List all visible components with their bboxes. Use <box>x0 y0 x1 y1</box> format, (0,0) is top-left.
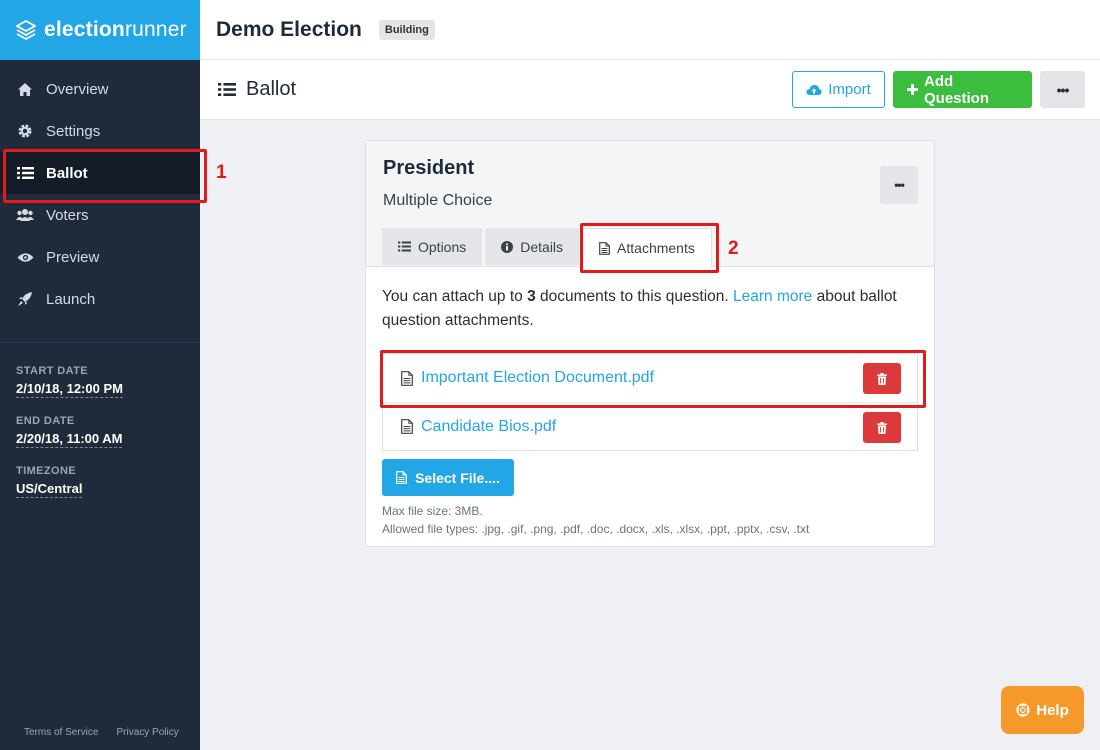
end-date-label: END DATE <box>16 415 75 427</box>
election-dates: START DATE 2/10/18, 12:00 PM END DATE 2/… <box>0 343 200 515</box>
file-link[interactable]: Candidate Bios.pdf <box>421 418 556 436</box>
learn-more-link[interactable]: Learn more <box>733 288 812 305</box>
sidebar-item-settings[interactable]: Settings <box>0 110 200 152</box>
allowed-file-types: Allowed file types: .jpg, .gif, .png, .p… <box>382 522 810 536</box>
import-button[interactable]: Import <box>792 71 885 108</box>
trash-icon <box>877 421 887 434</box>
sidebar-item-overview[interactable]: Overview <box>0 68 200 110</box>
trash-icon <box>877 372 887 385</box>
question-card: President Multiple Choice ••• Options De… <box>365 140 935 547</box>
add-question-button[interactable]: Add Question <box>893 71 1032 108</box>
help-label: Help <box>1036 701 1069 719</box>
tab-options[interactable]: Options <box>382 228 483 265</box>
sidebar-item-label: Voters <box>46 206 89 224</box>
add-question-label: Add Question <box>924 72 990 107</box>
top-header: Demo Election Building <box>200 0 1100 60</box>
page-more-button[interactable]: ••• <box>1040 71 1085 108</box>
sidebar-item-voters[interactable]: Voters <box>0 194 200 236</box>
page-title: Ballot <box>246 78 297 100</box>
list-item: Important Election Document.pdf <box>380 350 926 408</box>
sidebar-item-label: Launch <box>46 290 96 308</box>
document-icon <box>396 471 407 484</box>
sidebar-footer: Terms of Service Privacy Policy <box>24 727 179 738</box>
election-title: Demo Election <box>216 17 362 41</box>
sidebar-item-preview[interactable]: Preview <box>0 236 200 278</box>
list-icon <box>398 241 411 252</box>
tab-attachments[interactable]: Attachments <box>580 223 719 273</box>
annotation-number-2: 2 <box>728 238 739 259</box>
sidebar-item-label: Preview <box>46 248 100 266</box>
brand-logo[interactable]: election runner <box>0 0 200 60</box>
tab-details[interactable]: Details <box>485 228 580 265</box>
status-badge: Building <box>378 19 435 40</box>
sidebar-item-ballot[interactable]: Ballot <box>0 149 207 203</box>
brand-name-bold: election <box>44 18 125 41</box>
users-icon <box>16 206 34 224</box>
rocket-icon <box>16 290 34 308</box>
question-title: President <box>383 157 475 179</box>
file-size-hint: Max file size: 3MB. Allowed file types: … <box>382 502 918 538</box>
question-card-header: President Multiple Choice ••• Options De… <box>366 141 934 273</box>
tab-label: Attachments <box>617 240 695 256</box>
cloud-upload-icon <box>806 84 822 96</box>
document-icon <box>599 241 610 255</box>
more-icon: ••• <box>1056 81 1070 98</box>
desc-text: You can attach up to <box>382 288 528 305</box>
list-icon <box>218 83 236 96</box>
info-icon <box>501 240 514 253</box>
select-file-label: Select File.... <box>415 469 500 486</box>
start-date-value[interactable]: 2/10/18, 12:00 PM <box>16 381 123 398</box>
plus-icon <box>907 84 918 95</box>
lifebuoy-icon <box>1016 703 1030 717</box>
tab-label: Options <box>418 238 467 255</box>
sidebar-nav: Overview Settings Ballot Voters Preview <box>0 68 207 320</box>
eye-icon <box>16 248 34 266</box>
tab-label: Details <box>520 238 564 255</box>
attachments-panel: You can attach up to 3 documents to this… <box>366 267 934 538</box>
max-attachments-count: 3 <box>527 288 536 305</box>
list-icon <box>16 164 34 182</box>
delete-file-button[interactable] <box>863 363 901 394</box>
end-date-value[interactable]: 2/20/18, 11:00 AM <box>16 431 123 448</box>
logo-icon <box>16 20 36 40</box>
max-file-size: Max file size: 3MB. <box>382 504 483 518</box>
timezone-value[interactable]: US/Central <box>16 481 83 498</box>
gear-icon <box>16 122 34 140</box>
delete-file-button[interactable] <box>863 412 901 443</box>
question-tabs: Options Details Attachments <box>382 223 719 273</box>
sidebar-item-label: Settings <box>46 122 101 140</box>
privacy-link[interactable]: Privacy Policy <box>116 727 178 738</box>
list-item: Candidate Bios.pdf <box>383 402 917 450</box>
question-more-button[interactable]: ••• <box>880 166 918 204</box>
home-icon <box>16 80 34 98</box>
page-header: Ballot Import Add Question ••• <box>200 60 1100 120</box>
terms-link[interactable]: Terms of Service <box>24 727 98 738</box>
page-actions: Import Add Question ••• <box>792 71 1085 108</box>
start-date-label: START DATE <box>16 365 89 377</box>
sidebar: election runner Overview Settings Ballot … <box>0 0 207 750</box>
question-type: Multiple Choice <box>383 192 493 209</box>
file-link[interactable]: Important Election Document.pdf <box>421 369 654 387</box>
attachments-list: Important Election Document.pdf Candidat… <box>380 350 926 451</box>
sidebar-item-launch[interactable]: Launch <box>0 278 200 320</box>
document-icon <box>401 370 413 386</box>
sidebar-item-label: Ballot <box>46 164 88 182</box>
more-icon: ••• <box>894 178 905 192</box>
timezone-label: TIMEZONE <box>16 465 77 477</box>
sidebar-item-label: Overview <box>46 80 109 98</box>
help-button[interactable]: Help <box>1001 686 1084 734</box>
attachments-description: You can attach up to 3 documents to this… <box>382 285 922 333</box>
brand-name-light: runner <box>124 18 187 41</box>
document-icon <box>401 419 413 434</box>
import-button-label: Import <box>828 81 871 98</box>
annotation-number-1: 1 <box>216 162 227 183</box>
desc-text: documents to this question. <box>535 288 734 305</box>
select-file-button[interactable]: Select File.... <box>382 459 514 496</box>
